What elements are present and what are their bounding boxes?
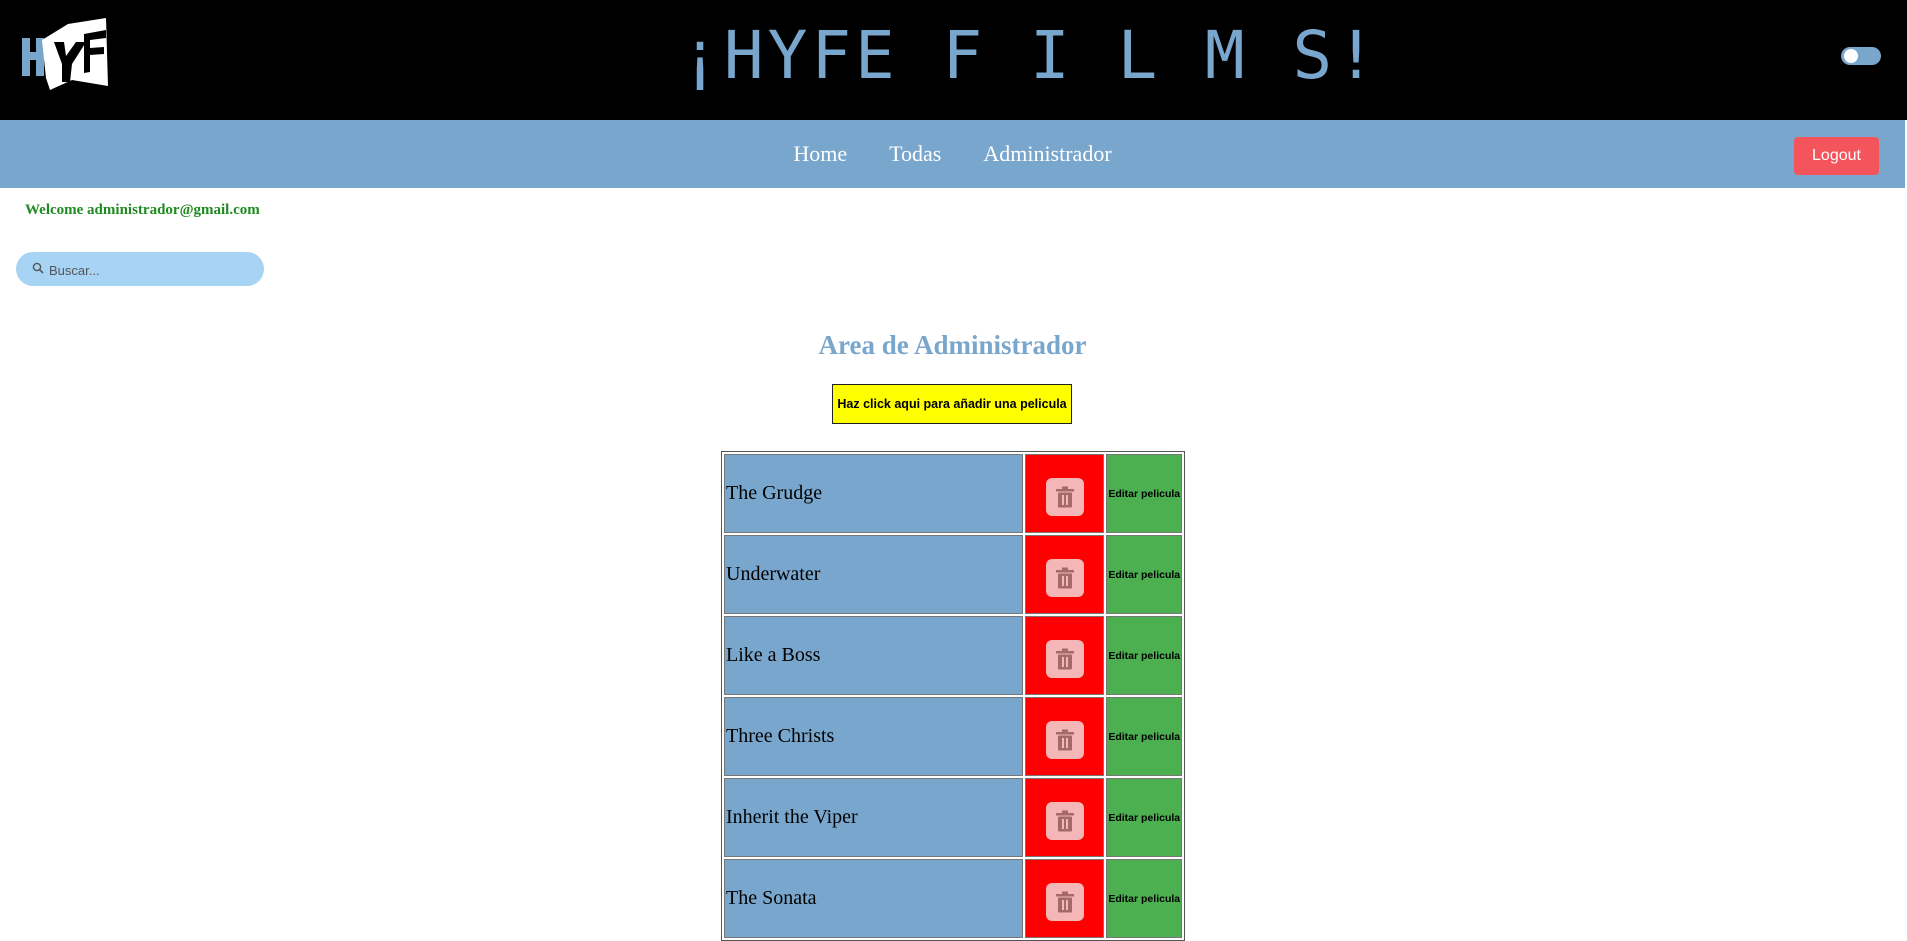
edit-film-button[interactable]: Editar pelicula [1108,731,1180,743]
film-row: Like a Boss Editar pelicula [724,616,1182,695]
film-row: Three Christs Editar pelicula [724,697,1182,776]
trash-icon [1055,729,1074,750]
nav-link-administrador[interactable]: Administrador [983,141,1111,167]
delete-film-button[interactable] [1045,639,1084,678]
delete-cell [1025,697,1105,776]
delete-cell [1025,535,1105,614]
edit-cell: Editar pelicula [1106,454,1182,533]
edit-cell: Editar pelicula [1106,535,1182,614]
admin-heading: Area de Administrador [818,330,1087,360]
main-nav: Home Todas Administrador Logout [0,120,1905,188]
delete-cell [1025,616,1105,695]
edit-film-button[interactable]: Editar pelicula [1108,812,1180,824]
film-title: Inherit the Viper [724,778,1024,857]
delete-film-button[interactable] [1045,720,1084,759]
film-title: Underwater [724,535,1024,614]
trash-icon [1055,486,1074,507]
nav-link-home[interactable]: Home [793,141,847,167]
site-title: ¡HYFE F I L M S! [680,17,1380,94]
edit-film-button[interactable]: Editar pelicula [1108,893,1180,905]
delete-film-button[interactable] [1045,801,1084,840]
search-icon [32,262,44,274]
toggle-knob [1844,49,1858,63]
welcome-message: Welcome administrador@gmail.com [25,202,260,218]
edit-cell: Editar pelicula [1106,616,1182,695]
nav-link-todas[interactable]: Todas [889,141,941,167]
top-header: ¡HYFE F I L M S! [0,0,1907,120]
nav-links: Home Todas Administrador [0,120,1905,188]
edit-film-button[interactable]: Editar pelicula [1108,488,1180,500]
trash-icon [1055,891,1074,912]
film-title: The Sonata [724,859,1024,938]
delete-film-button[interactable] [1045,882,1084,921]
film-row: Underwater Editar pelicula [724,535,1182,614]
delete-film-button[interactable] [1045,558,1084,597]
trash-icon [1055,810,1074,831]
film-row: Inherit the Viper Editar pelicula [724,778,1182,857]
film-row: The Sonata Editar pelicula [724,859,1182,938]
edit-film-button[interactable]: Editar pelicula [1108,650,1180,662]
film-row: The Grudge Editar pelicula [724,454,1182,533]
film-table: The Grudge Editar pelicula Underwater Ed… [721,451,1185,941]
delete-cell [1025,454,1105,533]
theme-toggle[interactable] [1841,47,1881,65]
edit-cell: Editar pelicula [1106,859,1182,938]
trash-icon [1055,567,1074,588]
delete-cell [1025,859,1105,938]
search-input[interactable] [47,252,256,288]
add-film-button[interactable]: Haz click aqui para añadir una pelicula [832,384,1072,424]
delete-cell [1025,778,1105,857]
film-title: The Grudge [724,454,1024,533]
delete-film-button[interactable] [1045,477,1084,516]
film-title: Three Christs [724,697,1024,776]
edit-film-button[interactable]: Editar pelicula [1108,569,1180,581]
edit-cell: Editar pelicula [1106,778,1182,857]
film-title: Like a Boss [724,616,1024,695]
trash-icon [1055,648,1074,669]
edit-cell: Editar pelicula [1106,697,1182,776]
search-bar[interactable] [16,252,264,288]
logout-button[interactable]: Logout [1794,137,1879,175]
